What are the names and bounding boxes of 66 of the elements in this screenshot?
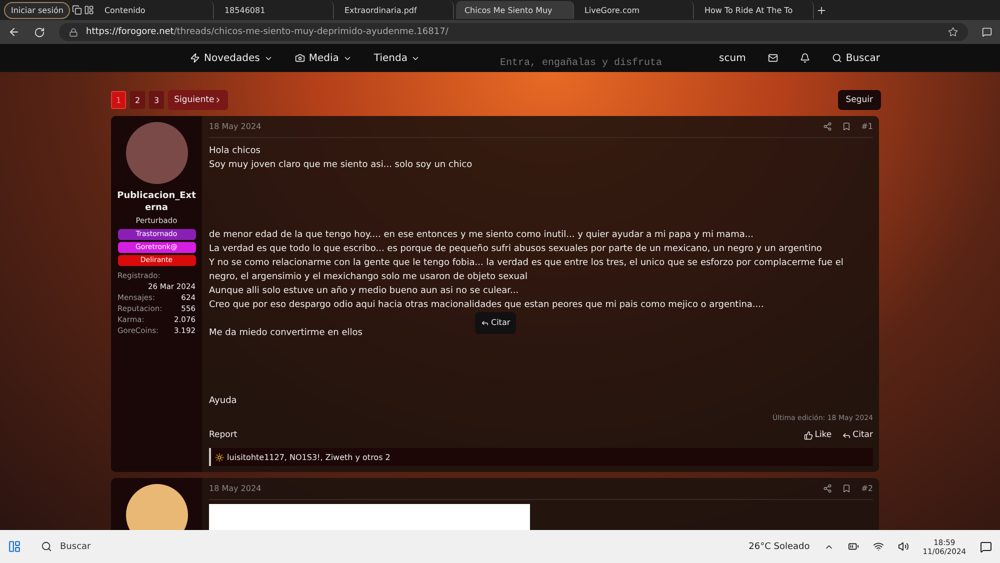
page-button[interactable]: 3 [149, 91, 164, 109]
reload-icon[interactable] [34, 26, 45, 38]
banner-text: Entra, engañalas y disfruta [500, 58, 662, 69]
browser-tab[interactable]: Extraordinaria.pdf [336, 1, 454, 19]
post-text: de menor edad de la que tengo hoy.... en ese entonces y me siento como inutil... y quier ayudar a mi papa y mi mama... [209, 229, 754, 242]
reactions-text[interactable]: luisitohte1127, NO1S3!, Ziweth y otros 2 [227, 452, 390, 462]
post-date: 18 May 2024 [209, 484, 262, 493]
avatar-placeholder [126, 484, 188, 530]
thumbs-up-icon [804, 430, 813, 440]
search-icon [41, 541, 52, 552]
bookmark-icon[interactable] [842, 122, 852, 131]
workspaces-icon[interactable] [72, 5, 82, 15]
search-link[interactable]: Buscar [832, 52, 880, 64]
user-link[interactable]: scum [719, 52, 746, 64]
next-button[interactable]: Siguiente [168, 90, 228, 110]
start-icon[interactable] [8, 540, 21, 553]
search-icon [832, 53, 842, 63]
nav-link[interactable]: Tienda [374, 52, 420, 64]
back-icon[interactable] [8, 26, 20, 38]
share-icon[interactable] [823, 122, 832, 131]
page-button[interactable]: 2 [130, 91, 146, 109]
author-name[interactable]: Publicacion_Externa [117, 190, 196, 214]
post-number[interactable]: #2 [861, 484, 873, 493]
quote-icon [842, 430, 851, 440]
follow-button[interactable]: Seguir [838, 90, 881, 110]
quote-link[interactable]: Citar [842, 430, 873, 440]
reaction-icon [215, 452, 224, 462]
post-number[interactable]: #1 [861, 122, 873, 131]
post-text: Hola chicos [209, 145, 262, 158]
mail-icon[interactable] [768, 53, 778, 63]
weather-text[interactable]: 26°C Soleado [748, 542, 810, 552]
notifications-icon[interactable] [980, 540, 992, 552]
volume-icon [898, 541, 909, 552]
bookmark-icon[interactable] [842, 484, 852, 493]
post-text: Ayuda [209, 395, 238, 408]
new-tab-icon[interactable] [816, 4, 828, 16]
browser-tab[interactable]: LiveGore.com [576, 1, 694, 19]
like-link[interactable]: Like [804, 430, 832, 440]
post-text: Aunque alli solo estuve un año y medio bueno aun asi no se culear... [209, 285, 520, 298]
wifi-icon [872, 541, 884, 552]
post-date: 18 May 2024 [209, 122, 262, 131]
quote-tooltip[interactable]: Citar [475, 312, 516, 334]
share-icon[interactable] [823, 484, 832, 493]
star-icon[interactable] [948, 27, 958, 37]
post-text: Soy muy joven claro que me siento asi... solo soy un chico [209, 159, 474, 172]
quote-icon [481, 319, 489, 327]
taskbar-search[interactable]: Buscar [35, 534, 225, 558]
bell-icon[interactable] [800, 53, 810, 63]
report-link[interactable]: Report [209, 430, 238, 440]
post-text: Creo que por eso despargo odio aqui hacia otras macionalidades que estan peores que mi pais como mejico o argentina.... [209, 299, 765, 312]
lock-icon [69, 28, 78, 36]
browser-tab[interactable]: Contenido [96, 1, 214, 19]
post-text: Y no se como relacionarme con la gente que le tengo fobia... la verdad es que entre los tres, el unico que se esforzo por complacerme fue el negro, el argensimio y el mexichango solo me usaron de objeto sexual [209, 257, 844, 284]
nav-link[interactable]: Media [294, 52, 352, 64]
browser-tab[interactable]: Chicos Me Siento Muy [456, 1, 574, 19]
battery-icon [848, 541, 859, 552]
tab-actions-icon[interactable] [84, 5, 94, 15]
browser-tab[interactable]: 18546081 [216, 1, 334, 19]
post-text: La verdad es que todo lo que escribo... es porque de pequeño sufri abusos sexuales por parte de un mexicano, un negro y un argentino [209, 243, 823, 256]
profile-button[interactable]: Iniciar sesión [4, 2, 70, 18]
browser-tab[interactable]: How To Ride At The To [696, 1, 814, 19]
post-text: Me da miedo convertirme en ellos [209, 327, 364, 340]
camera-icon [294, 53, 305, 63]
address-field[interactable]: https://forogore.net/threads/chicos-me-siento-muy-deprimido-ayudenme.16817/ [59, 23, 968, 41]
nav-link[interactable]: Novedades [190, 52, 273, 64]
bolt-icon [190, 53, 200, 63]
